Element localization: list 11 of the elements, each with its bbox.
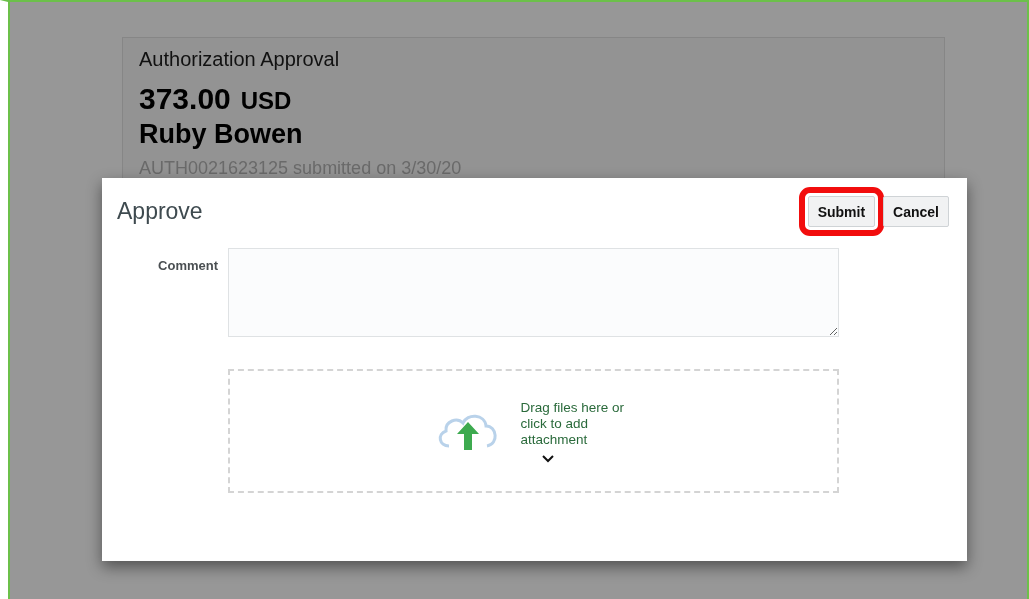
chevron-down-icon xyxy=(540,453,555,463)
comment-label: Comment xyxy=(157,257,218,275)
attachment-dropzone[interactable]: Drag files here or click to add attachment xyxy=(228,369,839,493)
comment-field[interactable] xyxy=(228,248,839,337)
amount: 373.00 xyxy=(139,83,231,115)
person-name: Ruby Bowen xyxy=(139,119,304,150)
attachment-text: Drag files here or click to add attachment xyxy=(520,399,626,448)
dialog-title: Approve xyxy=(117,198,203,225)
card-title: Authorization Approval xyxy=(139,48,341,71)
currency: USD xyxy=(240,86,292,116)
dialog-button[interactable]: Cancel xyxy=(883,196,949,227)
